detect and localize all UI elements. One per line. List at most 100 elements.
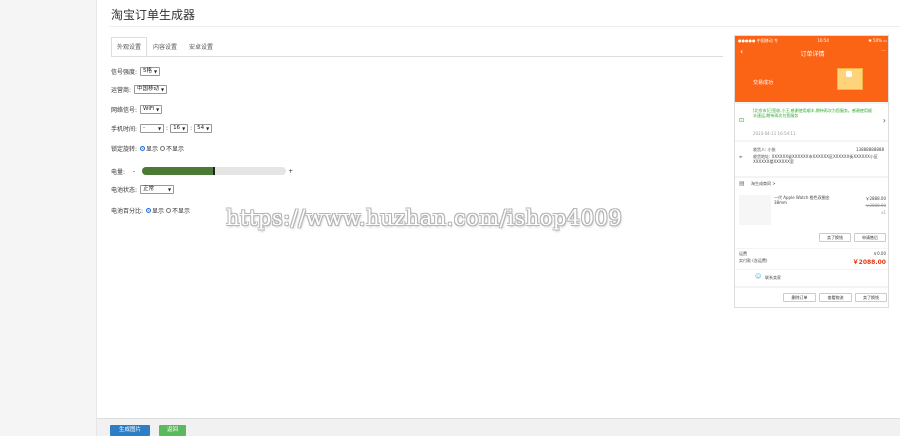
phone-nav-title: 订单详情 [800,51,825,58]
chevron-down-icon: ▼ [206,125,210,131]
carrier-value: 中国移动 [137,85,160,92]
bottom-bar [97,418,900,436]
battery-state-value: 正常 [143,185,155,192]
time-label: 手机时间: [111,125,138,133]
battery-pct-hide-label: 不显示 [172,207,191,215]
logistics-card: ⊡ [北京市]已签收,小王,感谢使用顺丰,期待再次为您服务。感谢使用顺丰速运,期… [735,104,888,140]
battery-pct-row: 电池百分比: 显示 不显示 [111,205,192,215]
order-item-card: ▤ 淘生成商同 > 一代 Apple Watch 橙色双圈金 38mm ￥288… [735,178,888,248]
battery-pct-show-radio[interactable]: 显示 [146,206,164,215]
left-sidebar [0,0,97,436]
battery-state-row: 电池状态: 正常 ▼ [111,184,175,194]
page-title: 淘宝订单生成器 [111,8,196,22]
battery-slider[interactable] [142,167,287,175]
radio-unchecked-icon [160,145,166,151]
signal-select[interactable]: 5格 ▼ [140,66,161,76]
hour-value: 16 [173,124,181,131]
address-card: ⌖ 收货人: 小张 13888888888 收货地址: XXXXXX省XXXXX… [735,142,888,176]
shipping-value: ￥0.00 [873,251,886,256]
battery-state-select[interactable]: 正常 ▼ [140,184,175,194]
shop-name: 淘生成商同 > [751,181,776,186]
logistics-time: 2023-04-11 16:54:11 [753,131,796,136]
paid-label: 实付款 (含运费) [739,258,768,263]
ampm-select[interactable]: - ▼ [140,123,165,133]
rotation-label: 锁定旋转: [111,145,138,153]
receiver-name: 收货人: 小张 [753,147,776,152]
radio-unchecked-icon [166,207,172,213]
after-sales-button[interactable]: 申请售后 [854,233,886,242]
contact-seller: 联系卖家 [765,275,781,280]
status-carrier: ●●●●● 中国移动 令 [738,38,778,43]
rotation-row: 锁定旋转: 显示 不显示 [111,143,186,153]
rotation-hide-label: 不显示 [166,145,185,153]
rotation-hide-radio[interactable]: 不显示 [160,144,184,153]
battery-plus[interactable]: + [288,168,293,175]
signal-row: 信号强度: 5格 ▼ [111,66,161,76]
signal-label: 信号强度: [111,68,138,76]
generate-image-button[interactable]: 生成图片 [110,425,150,436]
more-icon: ··· [881,48,886,54]
battery-pct-hide-radio[interactable]: 不显示 [166,206,190,215]
battery-pct-label: 电池百分比: [111,207,144,215]
chevron-down-icon: ▼ [167,186,172,192]
payment-card: 运费 ￥0.00 实付款 (含运费) ￥2088.00 [735,249,888,269]
settings-tabs: 外观设置 内容设置 安卓设置 [111,37,219,57]
hour-select[interactable]: 16 ▼ [170,123,189,133]
battery-label: 电量: [111,168,126,176]
tab-content[interactable]: 内容设置 [147,37,183,57]
product-qty: x1 [881,210,886,215]
phone-status-bar: ●●●●● 中国移动 令 16:54 ✱ 50% ▭ [738,38,887,44]
paid-value: ￥2088.00 [852,259,886,266]
network-select[interactable]: WiFi ▼ [140,104,163,114]
tab-appearance[interactable]: 外观设置 [111,37,148,57]
carrier-select[interactable]: 中国移动 ▼ [134,84,168,94]
back-button[interactable]: 返回 [159,425,186,436]
chevron-down-icon: ▼ [161,86,165,92]
time-sep-1: : [166,124,169,132]
battery-slider-fill [142,167,215,175]
battery-pct-show-label: 显示 [152,207,165,215]
shop-icon: ▤ [739,180,745,187]
network-label: 网络信号: [111,106,138,114]
receiver-phone: 13888888888 [856,147,884,152]
product-orig-price: ￥2888.00 [865,203,886,208]
chevron-down-icon: ▼ [182,125,186,131]
battery-row: 电量: - + [111,166,293,176]
package-icon [837,68,863,90]
chevron-down-icon: ▼ [154,68,158,74]
location-pin-icon: ⌖ [739,154,743,161]
tabs-divider [111,56,723,57]
radio-checked-icon [146,207,152,213]
battery-minus[interactable]: - [133,168,135,175]
sell-button[interactable]: 卖了换钱 [819,233,851,242]
battery-slider-handle[interactable] [213,167,216,175]
chevron-right-icon: › [882,116,886,125]
product-name: 一代 Apple Watch 橙色双圈金 38mm [774,195,830,205]
network-row: 网络信号: WiFi ▼ [111,104,163,114]
sell-again-button[interactable]: 卖了换钱 [855,293,887,302]
receiver-address: 收货地址: XXXXXX省XXXXXX市XXXXXX区XXXXXX街XXXXXX… [753,154,878,164]
watermark-text: https://www.huzhan.com/ishop4009 [226,206,623,230]
product-image [739,195,771,225]
time-row: 手机时间: - ▼ : 16 ▼ : 54 ▼ [111,123,213,133]
delete-order-button[interactable]: 删除订单 [783,293,816,302]
status-battery: ✱ 50% ▭ [868,38,887,43]
minute-select[interactable]: 54 ▼ [194,123,213,133]
carrier-label: 运营商: [111,86,132,94]
logistics-text: [北京市]已签收,小王,感谢使用顺丰,期待再次为您服务。感谢使用顺丰速运,期待再… [753,108,872,118]
trade-success-text: 交易成功 [753,80,774,86]
battery-state-label: 电池状态: [111,186,138,194]
chevron-down-icon: ▼ [156,106,160,112]
phone-preview: ●●●●● 中国移动 令 16:54 ✱ 50% ▭ ‹ 订单详情 ··· 交易… [734,35,889,308]
ampm-value: - [143,124,146,131]
product-price: ￥2888.00 [865,196,886,201]
minute-value: 54 [197,124,205,131]
rotation-show-label: 显示 [146,145,159,153]
rotation-show-radio[interactable]: 显示 [140,144,158,153]
status-time: 16:54 [817,38,829,43]
network-value: WiFi [143,105,155,112]
shipping-label: 运费 [739,251,747,256]
tab-android[interactable]: 安卓设置 [183,37,219,57]
view-logistics-button[interactable]: 查看物流 [819,293,852,302]
contact-card[interactable]: ☺ 联系卖家 [735,270,888,286]
